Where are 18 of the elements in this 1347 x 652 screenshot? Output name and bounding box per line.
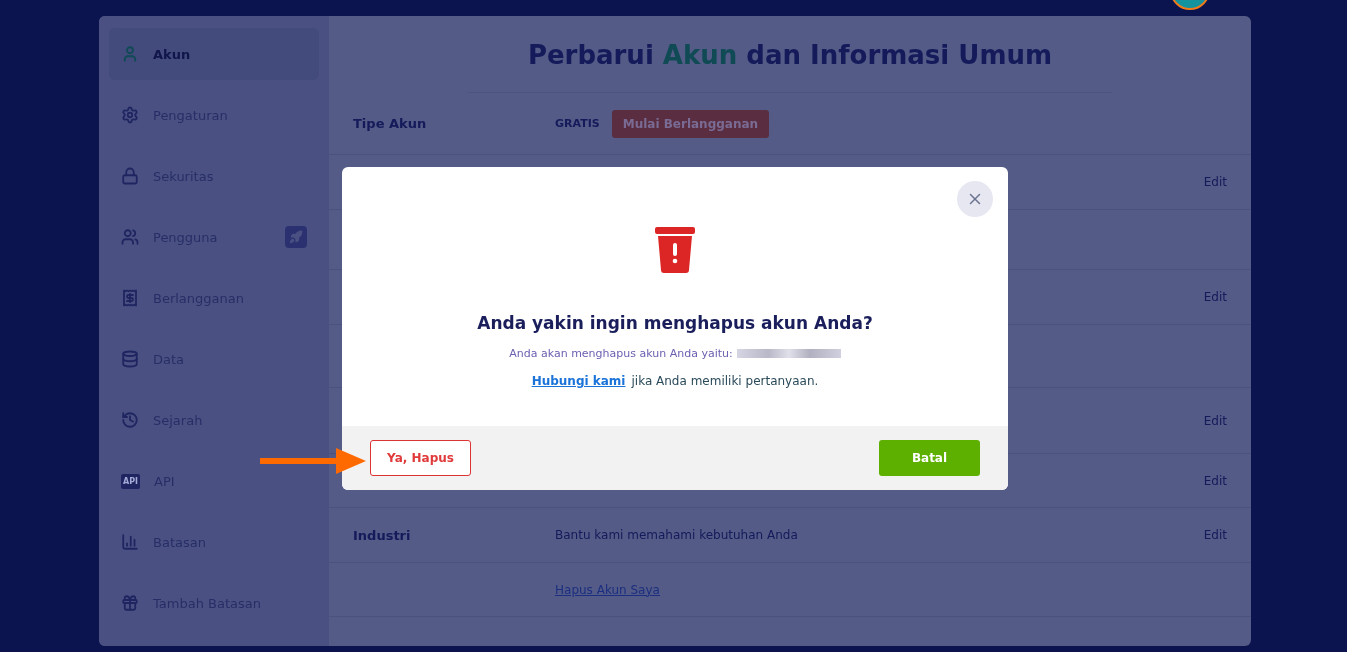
edit-link[interactable]: Edit [1203,473,1227,488]
edit-link[interactable]: Edit [1203,175,1227,189]
edit-link[interactable]: Edit [1203,528,1227,542]
row-label: Tipe Akun [353,116,427,131]
edit-link[interactable]: Edit [1203,413,1227,428]
contact-text: Hubungi kami jika Anda memiliki pertanyaan. [531,374,819,388]
confirm-delete-button[interactable]: Ya, Hapus [370,440,471,476]
page-title: Perbarui Akun dan Informasi Umum [467,40,1113,93]
api-icon: API [121,473,141,489]
plan-name: GRATIS [555,117,600,130]
edit-link[interactable]: Edit [1203,290,1227,304]
dialog-heading: Anda yakin ingin menghapus akun Anda? [477,313,873,333]
cancel-button[interactable]: Batal [879,440,980,476]
row-value: Bantu kami memahami kebutuhan Anda [555,528,798,542]
dialog-message: Anda akan menghapus akun Anda yaitu: [509,347,733,360]
row-label: Industri [353,527,411,543]
contact-link[interactable]: Hubungi kami [531,374,626,388]
subscribe-button[interactable]: Mulai Berlangganan [611,109,770,138]
